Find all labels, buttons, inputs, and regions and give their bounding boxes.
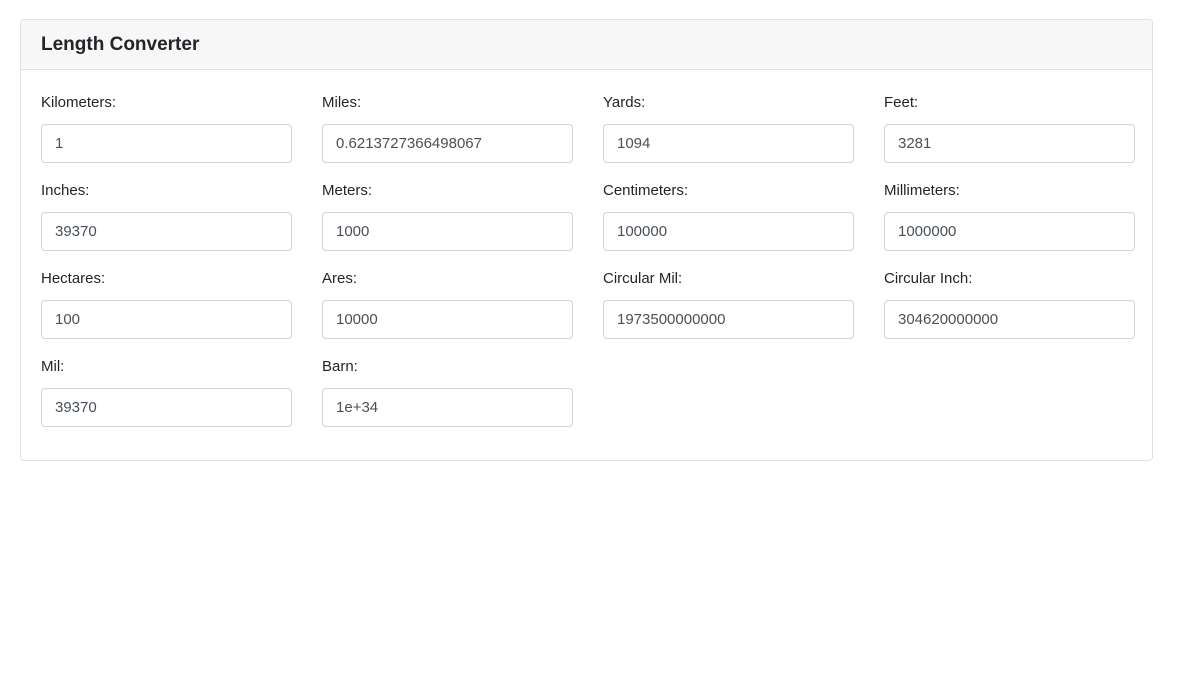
- ares-input[interactable]: [322, 300, 573, 339]
- yards-input[interactable]: [603, 124, 854, 163]
- field-ares: Ares:: [322, 266, 573, 354]
- field-centimeters: Centimeters:: [603, 178, 854, 266]
- millimeters-input[interactable]: [884, 212, 1135, 251]
- meters-input[interactable]: [322, 212, 573, 251]
- barn-label: Barn:: [322, 358, 358, 375]
- field-yards: Yards:: [603, 90, 854, 178]
- field-hectares: Hectares:: [41, 266, 292, 354]
- field-mil: Mil:: [41, 354, 292, 442]
- length-converter-card: Length Converter Kilometers: Miles: Yard…: [20, 19, 1153, 461]
- circular-inch-input[interactable]: [884, 300, 1135, 339]
- circular-mil-label: Circular Mil:: [603, 270, 683, 287]
- field-millimeters: Millimeters:: [884, 178, 1135, 266]
- mil-input[interactable]: [41, 388, 292, 427]
- yards-label: Yards:: [603, 94, 646, 111]
- field-barn: Barn:: [322, 354, 573, 442]
- converter-grid: Kilometers: Miles: Yards: Feet: Inches: …: [41, 90, 1135, 442]
- barn-input[interactable]: [322, 388, 573, 427]
- field-kilometers: Kilometers:: [41, 90, 292, 178]
- card-body: Kilometers: Miles: Yards: Feet: Inches: …: [21, 70, 1152, 442]
- field-circular-inch: Circular Inch:: [884, 266, 1135, 354]
- ares-label: Ares:: [322, 270, 358, 287]
- millimeters-label: Millimeters:: [884, 182, 960, 199]
- circular-mil-input[interactable]: [603, 300, 854, 339]
- hectares-input[interactable]: [41, 300, 292, 339]
- centimeters-label: Centimeters:: [603, 182, 689, 199]
- inches-label: Inches:: [41, 182, 90, 199]
- circular-inch-label: Circular Inch:: [884, 270, 973, 287]
- kilometers-input[interactable]: [41, 124, 292, 163]
- centimeters-input[interactable]: [603, 212, 854, 251]
- kilometers-label: Kilometers:: [41, 94, 117, 111]
- card-title: Length Converter: [41, 33, 200, 55]
- feet-label: Feet:: [884, 94, 919, 111]
- field-meters: Meters:: [322, 178, 573, 266]
- hectares-label: Hectares:: [41, 270, 106, 287]
- miles-label: Miles:: [322, 94, 362, 111]
- field-circular-mil: Circular Mil:: [603, 266, 854, 354]
- meters-label: Meters:: [322, 182, 373, 199]
- field-inches: Inches:: [41, 178, 292, 266]
- feet-input[interactable]: [884, 124, 1135, 163]
- mil-label: Mil:: [41, 358, 65, 375]
- miles-input[interactable]: [322, 124, 573, 163]
- inches-input[interactable]: [41, 212, 292, 251]
- card-header: Length Converter: [21, 20, 1152, 70]
- field-feet: Feet:: [884, 90, 1135, 178]
- field-miles: Miles:: [322, 90, 573, 178]
